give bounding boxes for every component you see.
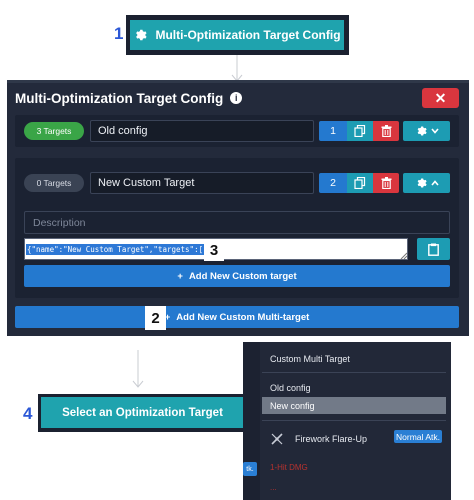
chevron-down-icon (430, 128, 439, 134)
delete-button[interactable] (373, 121, 399, 141)
target-index-button[interactable]: 1 (319, 121, 347, 141)
step-1-callout: 1 (114, 24, 124, 43)
normal-attack-badge: Normal Atk. (394, 430, 442, 443)
gear-icon (415, 177, 427, 189)
open-multi-target-config-button[interactable]: Multi-Optimization Target Config (130, 20, 344, 50)
chevron-up-icon (430, 180, 439, 186)
select-optimization-target-button[interactable]: Select an Optimization Target (41, 397, 244, 428)
close-button[interactable]: ✕ (422, 88, 459, 108)
target-name-input[interactable]: Old config (90, 120, 314, 142)
gear-icon (133, 28, 148, 42)
step-2-callout: 2 (145, 306, 166, 330)
target-count-badge: 3 Targets (24, 122, 84, 140)
firework-icon (270, 432, 284, 446)
dialog-title-text: Multi-Optimization Target Config (15, 90, 224, 106)
connector-arrow-top (230, 55, 244, 83)
dropdown-item-new-config[interactable]: New config (262, 397, 446, 414)
copy-button[interactable] (347, 121, 373, 141)
json-config-text: {"name":"New Custom Target","targets":[]… (26, 243, 214, 255)
add-multi-target-label: Add New Custom Multi-target (176, 311, 310, 323)
row-settings-collapse-button[interactable] (403, 173, 450, 193)
add-custom-target-label: Add New Custom target (188, 270, 297, 282)
target-name[interactable]: Firework Flare-Up (287, 431, 387, 447)
copy-button[interactable] (347, 173, 373, 193)
info-icon[interactable]: i (230, 92, 243, 104)
target-count-badge: 0 Targets (24, 174, 84, 192)
copy-icon (354, 125, 366, 137)
dropdown-item-custom-multi-target[interactable]: Custom Multi Target (262, 350, 446, 368)
add-custom-target-button[interactable]: + Add New Custom target (24, 265, 450, 287)
plus-icon: + (177, 270, 183, 282)
dropdown-item-old-config[interactable]: Old config (262, 379, 446, 396)
top-button-label: Multi-Optimization Target Config (155, 28, 341, 42)
trash-icon (381, 177, 392, 189)
step-4-callout: 4 (23, 404, 33, 423)
dropdown-left-edge (243, 342, 260, 500)
delete-button[interactable] (373, 173, 399, 193)
trash-icon (381, 125, 392, 137)
target-index-button[interactable]: 2 (319, 173, 347, 193)
dialog-title: Multi-Optimization Target Config i (15, 90, 243, 106)
red-stat-line-1: 1-Hit DMG (270, 463, 308, 472)
row-settings-expand-button[interactable] (403, 121, 450, 141)
connector-arrow-bottom (131, 350, 145, 390)
description-input[interactable]: Description (24, 211, 450, 234)
paste-button[interactable] (417, 238, 450, 260)
dropdown-divider (262, 372, 446, 373)
clipboard-icon (428, 243, 439, 256)
dropdown-divider (262, 420, 446, 421)
left-attack-badge: tk. (243, 462, 257, 476)
target-name-input[interactable]: New Custom Target (90, 172, 314, 194)
add-multi-target-button[interactable]: + Add New Custom Multi-target (15, 306, 459, 328)
step-3-callout: 3 (204, 239, 224, 261)
copy-icon (354, 177, 366, 189)
red-stat-line-2: ... (270, 483, 277, 492)
resize-handle-icon[interactable] (400, 252, 407, 259)
gear-icon (415, 125, 427, 137)
